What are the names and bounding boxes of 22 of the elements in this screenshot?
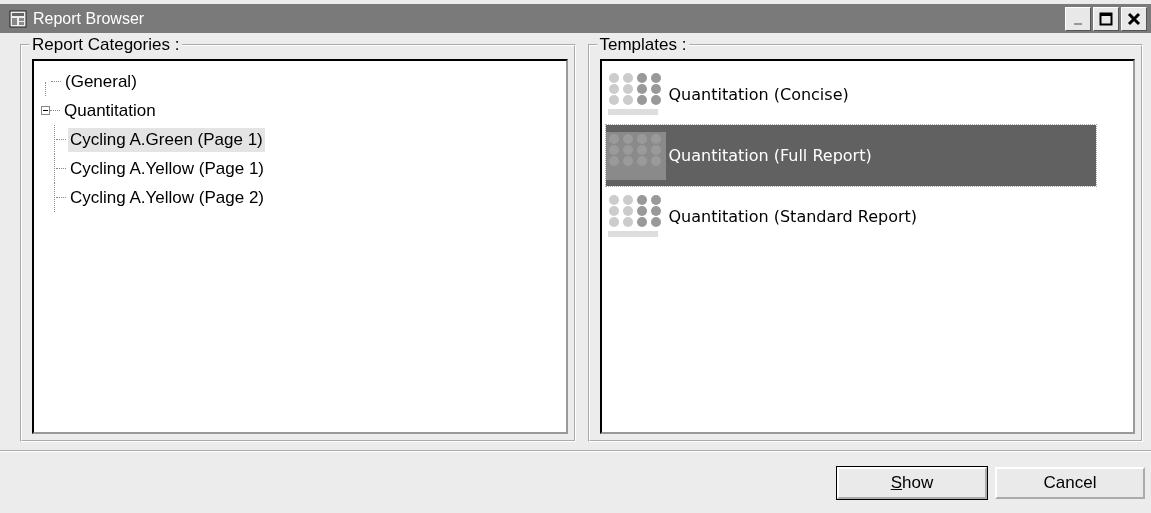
tree-item[interactable]: (General) bbox=[63, 69, 139, 94]
window-icon bbox=[9, 9, 27, 28]
maximize-icon bbox=[1099, 11, 1113, 26]
close-button[interactable] bbox=[1121, 6, 1147, 31]
tree-item[interactable]: Quantitation bbox=[62, 98, 158, 123]
group-label: Report Categories : bbox=[31, 35, 181, 55]
close-icon bbox=[1127, 11, 1141, 26]
tree-item[interactable]: Cycling A.Yellow (Page 1) bbox=[68, 156, 267, 181]
template-item[interactable]: Quantitation (Full Report) bbox=[605, 125, 1096, 186]
window-title: Report Browser bbox=[33, 9, 145, 28]
tree-item[interactable]: Cycling A.Yellow (Page 2) bbox=[68, 185, 267, 210]
minimize-button[interactable] bbox=[1065, 6, 1091, 31]
dots-icon bbox=[605, 131, 666, 180]
group-label: Templates : bbox=[598, 35, 688, 55]
template-item[interactable]: Quantitation (Standard Report) bbox=[605, 186, 1096, 247]
maximize-button[interactable] bbox=[1093, 6, 1119, 31]
dialog-button[interactable]: Show bbox=[837, 467, 987, 499]
minimize-icon bbox=[1074, 22, 1082, 25]
dialog-button[interactable]: Cancel bbox=[995, 467, 1145, 499]
tree-item[interactable]: Cycling A.Green (Page 1) bbox=[68, 127, 265, 152]
collapse-icon[interactable] bbox=[41, 106, 50, 115]
template-item[interactable]: Quantitation (Concise) bbox=[605, 64, 1096, 125]
